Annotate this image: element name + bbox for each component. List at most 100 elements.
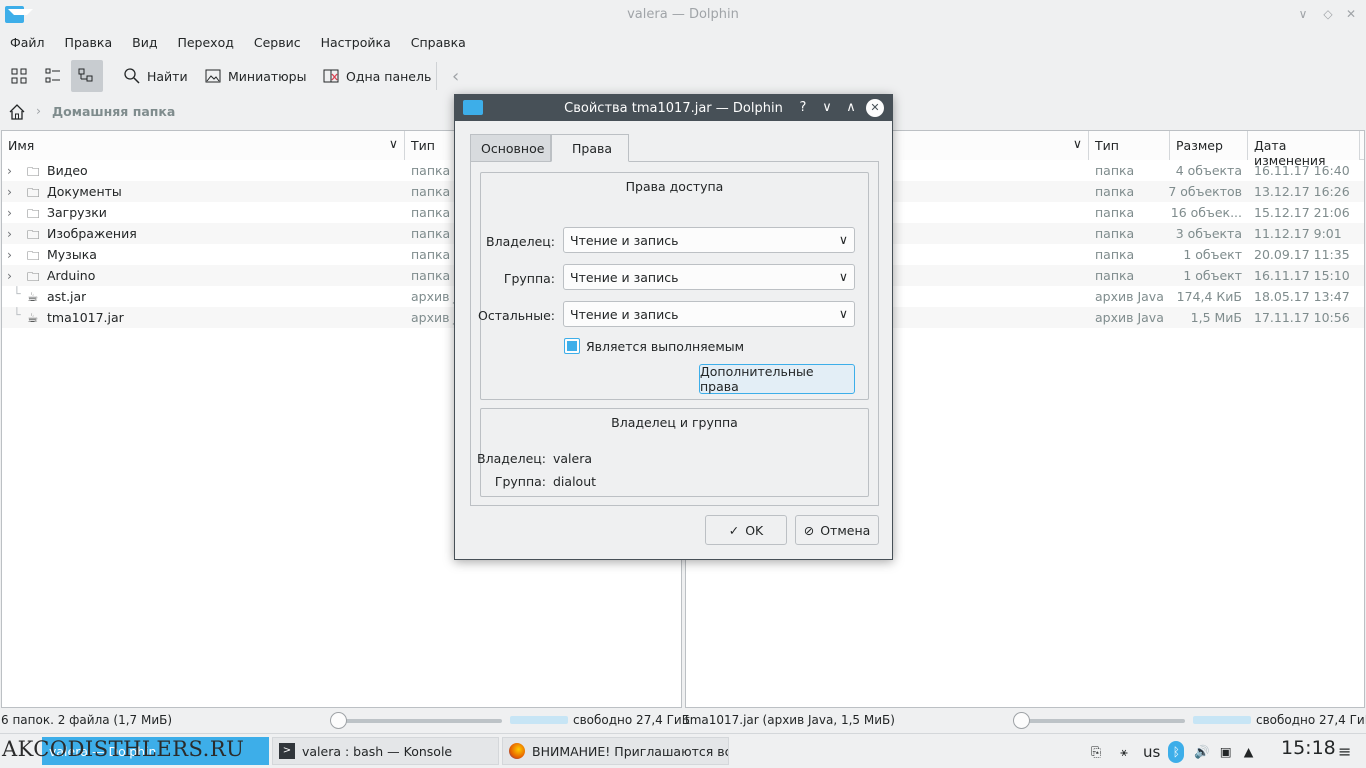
expand-chevron-icon[interactable]: › bbox=[7, 268, 12, 283]
group-access-select[interactable]: Чтение и запись ∨ bbox=[563, 264, 855, 290]
split-view-button[interactable]: Одна панель bbox=[316, 60, 437, 92]
help-icon[interactable]: ? bbox=[794, 99, 812, 117]
column-name-label: Имя bbox=[8, 138, 35, 153]
file-type: папка bbox=[1095, 184, 1135, 199]
executable-label[interactable]: Является выполняемым bbox=[586, 339, 744, 354]
left-zoom-knob[interactable] bbox=[330, 712, 347, 729]
details-view-icon bbox=[78, 68, 93, 82]
cancel-button[interactable]: ⊘ Отмена bbox=[795, 515, 879, 545]
home-icon[interactable] bbox=[8, 103, 26, 121]
menu-edit[interactable]: Правка bbox=[55, 30, 123, 50]
left-zoom-slider[interactable] bbox=[335, 719, 502, 723]
breadcrumb-home[interactable]: Домашняя папка bbox=[52, 104, 175, 119]
expand-chevron-icon[interactable]: › bbox=[7, 163, 12, 178]
right-column-size-label: Размер bbox=[1176, 138, 1223, 153]
right-zoom-knob[interactable] bbox=[1013, 712, 1030, 729]
expand-chevron-icon[interactable]: › bbox=[7, 247, 12, 262]
menu-file[interactable]: Файл bbox=[0, 30, 55, 50]
owner-access-label: Владелец: bbox=[486, 234, 555, 249]
maximize-icon[interactable]: ◇ bbox=[1320, 6, 1336, 22]
column-type-label: Тип bbox=[411, 138, 435, 153]
volume-icon[interactable]: 🔊 bbox=[1194, 744, 1210, 760]
group-access-value: Чтение и запись bbox=[570, 270, 679, 285]
ownership-owner-label: Владелец: bbox=[477, 451, 546, 466]
previews-button[interactable]: Миниатюры bbox=[198, 60, 312, 92]
right-column-type-label: Тип bbox=[1095, 138, 1119, 153]
display-icon[interactable]: ▣ bbox=[1220, 744, 1232, 759]
permissions-panel: Права доступа Владелец: Чтение и запись … bbox=[470, 161, 879, 506]
find-label: Найти bbox=[147, 68, 188, 84]
menu-settings[interactable]: Настройка bbox=[311, 30, 401, 50]
task-konsole[interactable]: > valera : bash — Konsole bbox=[272, 737, 499, 765]
dialog-maximize-icon[interactable]: ∧ bbox=[842, 99, 860, 117]
keyboard-layout[interactable]: us bbox=[1143, 743, 1160, 761]
minimize-icon[interactable]: ∨ bbox=[1295, 6, 1311, 22]
close-icon[interactable]: ✕ bbox=[1343, 6, 1359, 22]
window-titlebar: valera — Dolphin ∨ ◇ ✕ bbox=[0, 0, 1366, 30]
owner-access-value: Чтение и запись bbox=[570, 233, 679, 248]
bluetooth-icon[interactable]: ᛒ bbox=[1168, 740, 1185, 763]
breadcrumb-separator-icon: › bbox=[36, 103, 41, 118]
firefox-icon bbox=[509, 743, 525, 759]
network-icon[interactable]: ⚹ bbox=[1111, 744, 1137, 760]
chevron-down-icon: ∨ bbox=[838, 269, 848, 284]
expand-tray-icon[interactable]: ▲ bbox=[1244, 744, 1254, 759]
task-konsole-label: valera : bash — Konsole bbox=[302, 743, 453, 759]
image-icon bbox=[205, 69, 221, 83]
file-modified: 11.12.17 9:01 bbox=[1254, 226, 1342, 241]
file-name: Музыка bbox=[47, 247, 97, 262]
executable-checkbox[interactable] bbox=[564, 338, 580, 354]
ownership-group: Владелец и группа Владелец: valera Групп… bbox=[477, 408, 869, 497]
ok-label: OK bbox=[745, 522, 764, 538]
ownership-owner-value: valera bbox=[553, 451, 593, 466]
file-size: 7 объектов bbox=[1168, 184, 1242, 199]
right-column-modified-header[interactable]: Дата изменения bbox=[1248, 131, 1360, 168]
expand-chevron-icon[interactable]: › bbox=[7, 205, 12, 220]
owner-access-select[interactable]: Чтение и запись ∨ bbox=[563, 227, 855, 253]
right-column-type-header[interactable]: Тип bbox=[1089, 131, 1170, 160]
menu-go[interactable]: Переход bbox=[167, 30, 243, 50]
file-size: 4 объекта bbox=[1175, 163, 1242, 178]
sort-chevron-icon: ∨ bbox=[388, 136, 398, 151]
icons-view-button[interactable] bbox=[4, 60, 34, 92]
menu-tools[interactable]: Сервис bbox=[244, 30, 311, 50]
dialog-close-icon[interactable]: ✕ bbox=[866, 99, 884, 117]
file-type: архив Ja bbox=[411, 289, 456, 304]
dialog-minimize-icon[interactable]: ∨ bbox=[818, 99, 836, 117]
file-modified: 15.12.17 21:06 bbox=[1254, 205, 1350, 220]
tree-line: └ bbox=[13, 286, 21, 301]
menu-view[interactable]: Вид bbox=[122, 30, 167, 50]
right-zoom-slider[interactable] bbox=[1018, 719, 1185, 723]
group-access-label: Группа: bbox=[503, 271, 555, 286]
tab-general[interactable]: Основное bbox=[470, 134, 551, 162]
advanced-permissions-button[interactable]: Дополнительные права bbox=[699, 364, 855, 394]
cancel-icon: ⊘ bbox=[803, 522, 815, 538]
details-view-button[interactable] bbox=[71, 60, 103, 92]
task-firefox[interactable]: ВНИМАНИЕ! Приглашаются все bbox=[502, 737, 729, 765]
split-view-label: Одна панель bbox=[346, 68, 432, 84]
show-desktop-icon[interactable]: ≡ bbox=[1338, 742, 1351, 761]
tab-permissions[interactable]: Права bbox=[551, 134, 629, 162]
back-icon[interactable]: ‹ bbox=[446, 60, 465, 92]
menu-help[interactable]: Справка bbox=[401, 30, 476, 50]
others-access-select[interactable]: Чтение и запись ∨ bbox=[563, 301, 855, 327]
file-modified: 20.09.17 11:35 bbox=[1254, 247, 1350, 262]
left-free-space-bar bbox=[510, 716, 568, 724]
file-modified: 18.05.17 13:47 bbox=[1254, 289, 1350, 304]
expand-chevron-icon[interactable]: › bbox=[7, 184, 12, 199]
terminal-icon: > bbox=[279, 743, 295, 759]
file-type: папка bbox=[411, 268, 451, 283]
file-size: 1 объект bbox=[1183, 268, 1242, 283]
file-modified: 16.11.17 16:40 bbox=[1254, 163, 1350, 178]
ownership-group-title: Владелец и группа bbox=[611, 415, 738, 430]
ok-button[interactable]: ✓ OK bbox=[705, 515, 787, 545]
clipboard-icon[interactable]: ⎘ bbox=[1087, 744, 1105, 760]
find-button[interactable]: Найти bbox=[117, 60, 194, 92]
clock[interactable]: 15:18 bbox=[1281, 737, 1336, 759]
dialog-titlebar: Свойства tma1017.jar — Dolphin ? ∨ ∧ ✕ bbox=[455, 95, 892, 121]
column-name-header[interactable]: Имя ∨ bbox=[2, 131, 405, 160]
expand-chevron-icon[interactable]: › bbox=[7, 226, 12, 241]
file-size: 1 объект bbox=[1183, 247, 1242, 262]
right-column-size-header[interactable]: Размер bbox=[1170, 131, 1248, 160]
compact-view-button[interactable] bbox=[38, 60, 68, 92]
